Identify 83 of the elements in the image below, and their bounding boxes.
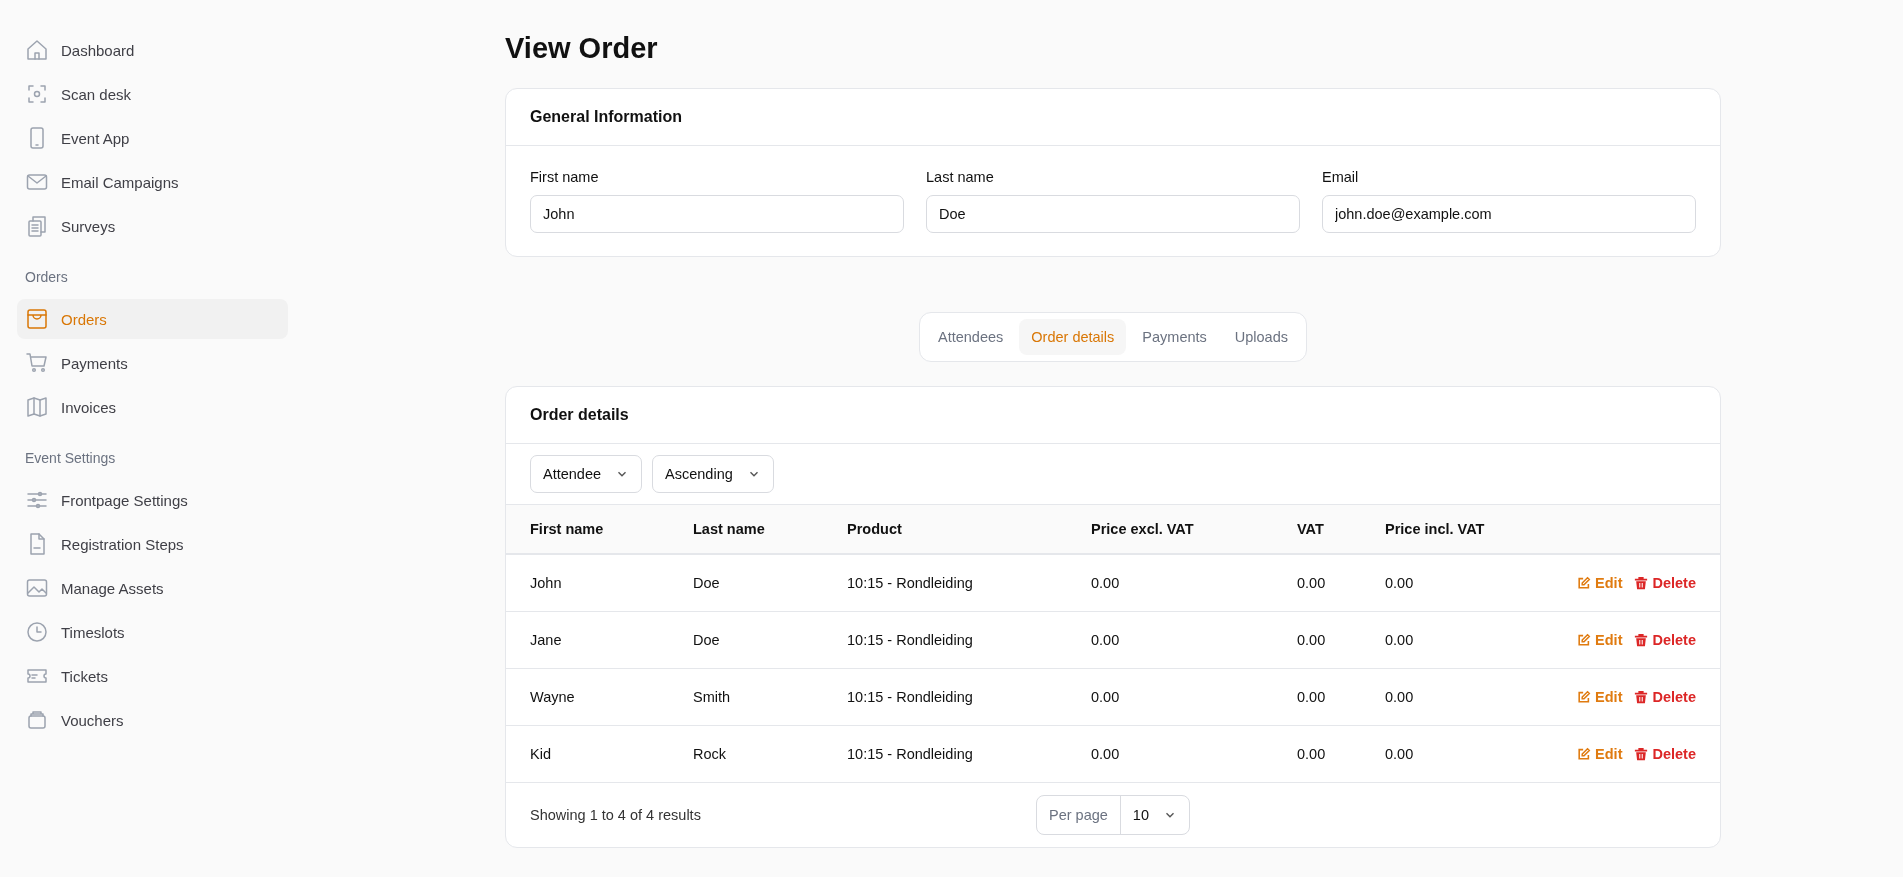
sidebar-item[interactable]: Payments (17, 343, 288, 383)
sidebar-item[interactable]: Invoices (17, 387, 288, 427)
field-label: Email (1322, 169, 1359, 185)
trash-icon (1634, 576, 1649, 590)
table-cell: Rock (693, 725, 847, 783)
sidebar-item[interactable]: Surveys (17, 206, 288, 246)
sidebar-item[interactable]: Frontpage Settings (17, 480, 288, 520)
column-header: Last name (693, 505, 847, 554)
table-cell: Kid (506, 725, 693, 783)
input-field[interactable]: John (530, 195, 904, 233)
per-page-dropdown[interactable]: 10 (1120, 796, 1189, 834)
table-cell: John (506, 554, 693, 612)
tab[interactable]: Attendees (926, 319, 1016, 355)
table-cell: 0.00 (1091, 611, 1297, 669)
trash-icon (1634, 747, 1649, 761)
trash-icon (1634, 633, 1649, 647)
sidebar-item[interactable]: Vouchers (17, 700, 288, 740)
pencil-square-icon (1577, 633, 1592, 647)
table-cell: 10:15 - Rondleiding (847, 668, 1091, 726)
table-cell: Doe (693, 554, 847, 612)
field-label: Last name (926, 169, 994, 185)
table-cell: 0.00 (1297, 725, 1385, 783)
card-title: General Information (506, 89, 1720, 146)
table-cell: 0.00 (1297, 554, 1385, 612)
table-cell: 0.00 (1385, 725, 1523, 783)
table-cell: 0.00 (1297, 668, 1385, 726)
sort-dropdown[interactable]: Ascending (652, 455, 774, 493)
tray-icon (25, 307, 49, 331)
sidebar-section-heading: Orders (25, 269, 68, 285)
sidebar-item[interactable]: Tickets (17, 656, 288, 696)
page-title: View Order (505, 32, 658, 65)
map-icon (25, 395, 49, 419)
input-field[interactable]: john.doe@example.com (1322, 195, 1696, 233)
delete-link[interactable]: Delete (1634, 632, 1696, 648)
table-cell: 0.00 (1091, 725, 1297, 783)
table-cell: 10:15 - Rondleiding (847, 611, 1091, 669)
sidebar-item[interactable]: Manage Assets (17, 568, 288, 608)
trash-icon (1634, 690, 1649, 704)
table-cell: 0.00 (1091, 668, 1297, 726)
tab[interactable]: Uploads (1222, 319, 1300, 355)
tab[interactable]: Payments (1130, 319, 1219, 355)
house-icon (25, 38, 49, 62)
image-icon (25, 576, 49, 600)
cart-icon (25, 351, 49, 375)
sidebar-item[interactable]: Email Campaigns (17, 162, 288, 202)
sidebar-item[interactable]: Event App (17, 118, 288, 158)
card-title: Order details (506, 387, 1720, 444)
table-cell: Smith (693, 668, 847, 726)
table-cell: 0.00 (1385, 668, 1523, 726)
sidebar-section-heading: Event Settings (25, 450, 116, 466)
sort-dropdown[interactable]: Attendee (530, 455, 643, 493)
sidebar-item[interactable]: Scan desk (17, 74, 288, 114)
table-cell: Wayne (506, 668, 693, 726)
column-header: Price incl. VAT (1385, 505, 1523, 554)
table-cell: 0.00 (1091, 554, 1297, 612)
results-summary: Showing 1 to 4 of 4 results (530, 807, 702, 823)
column-header: Product (847, 505, 1091, 554)
column-header: First name (506, 505, 693, 554)
scan-icon (25, 82, 49, 106)
table-cell: Doe (693, 611, 847, 669)
delete-link[interactable]: Delete (1634, 575, 1696, 591)
clock-icon (25, 620, 49, 644)
sidebar-item[interactable]: Registration Steps (17, 524, 288, 564)
sidebar-item[interactable]: Timeslots (17, 612, 288, 652)
table-cell: 10:15 - Rondleiding (847, 554, 1091, 612)
table-cell: Jane (506, 611, 693, 669)
per-page-label: Per page (1037, 796, 1121, 834)
stack-icon (25, 708, 49, 732)
pencil-square-icon (1577, 747, 1592, 761)
column-header: Price excl. VAT (1091, 505, 1297, 554)
table-cell: 0.00 (1385, 554, 1523, 612)
pencil-square-icon (1577, 576, 1592, 590)
table-cell: 0.00 (1385, 611, 1523, 669)
table-cell: 10:15 - Rondleiding (847, 725, 1091, 783)
field-label: First name (530, 169, 599, 185)
clipboard-icon (25, 214, 49, 238)
input-field[interactable]: Doe (926, 195, 1300, 233)
delete-link[interactable]: Delete (1634, 689, 1696, 705)
column-header: VAT (1297, 505, 1385, 554)
pencil-square-icon (1577, 690, 1592, 704)
delete-link[interactable]: Delete (1634, 746, 1696, 762)
sidebar-item[interactable]: Dashboard (17, 30, 288, 70)
table-cell: 0.00 (1297, 611, 1385, 669)
